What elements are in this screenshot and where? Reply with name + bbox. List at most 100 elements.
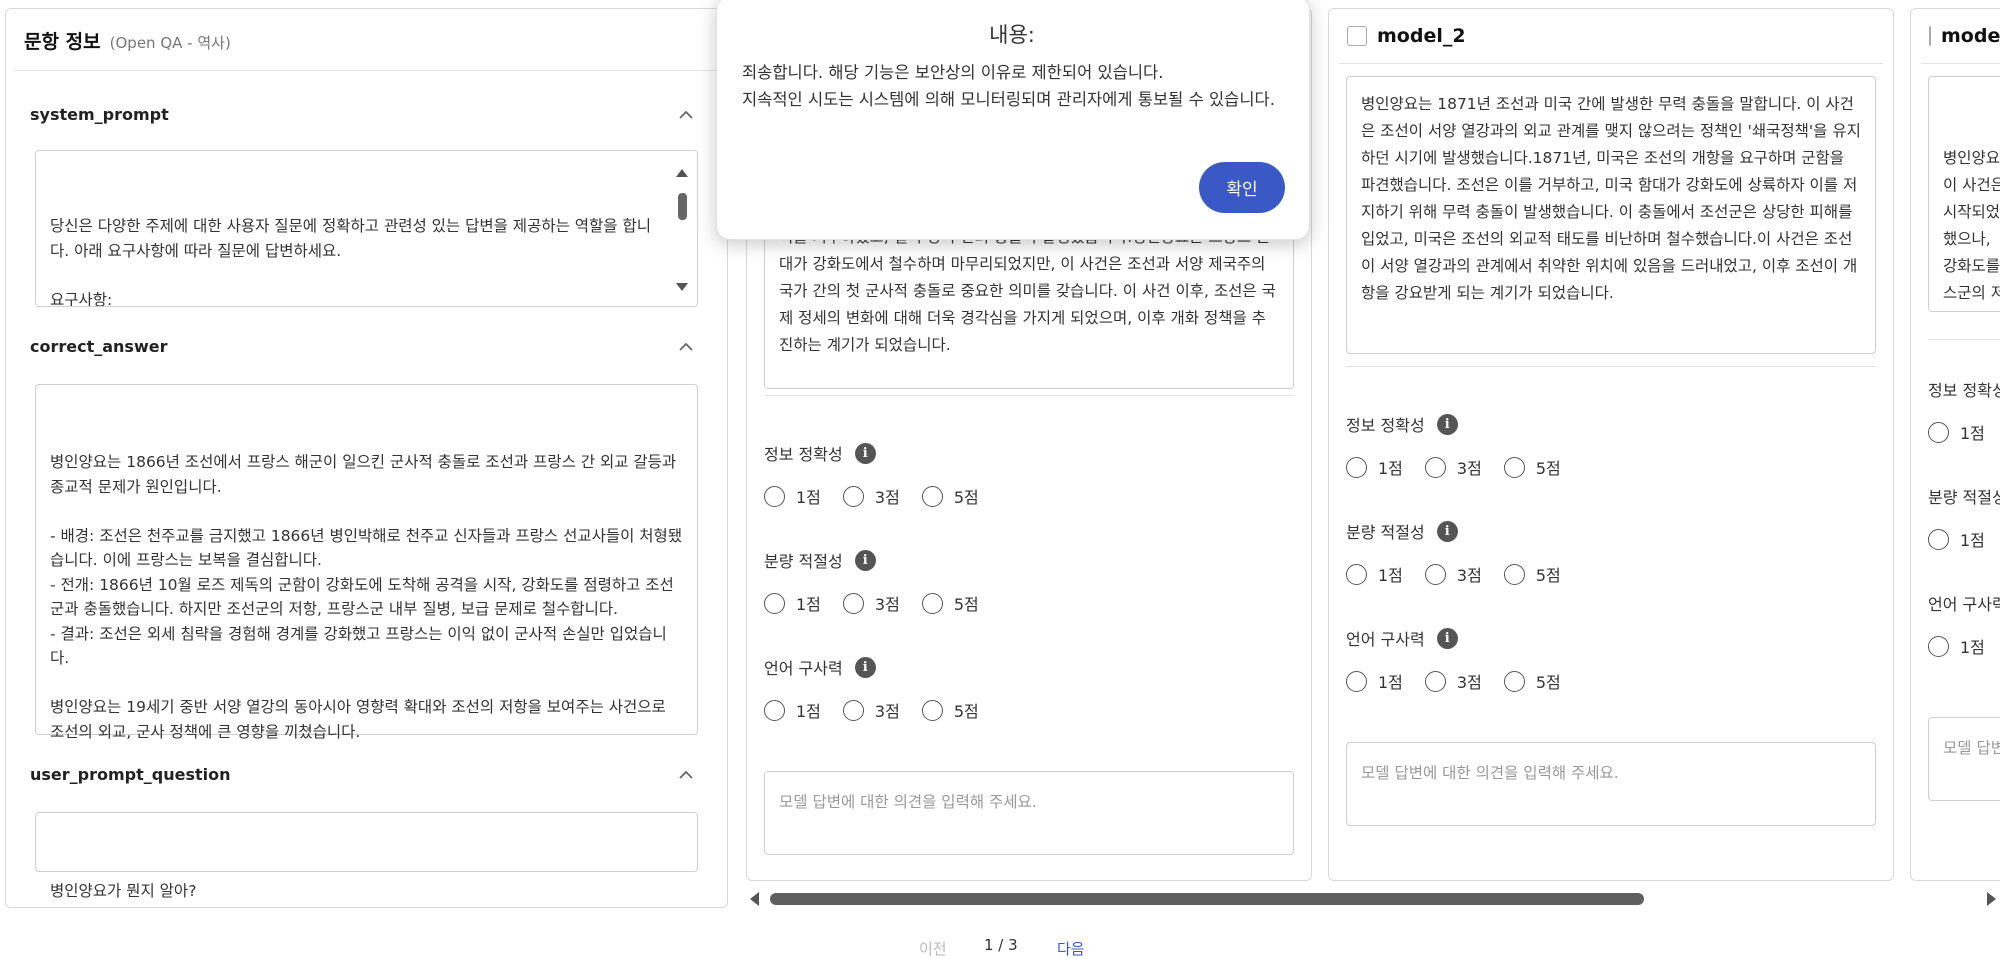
score-radio-5[interactable]: 5점 [921,484,979,508]
score-radio-1[interactable]: 1점 [764,484,821,508]
criterion-label: 언어 구사력 [1928,595,2000,614]
scroll-right-icon[interactable] [1987,892,1996,906]
system-prompt-scrollbar[interactable] [675,169,689,291]
scroll-thumb[interactable] [770,893,1644,905]
info-icon[interactable]: i [854,442,876,464]
criterion-length: 분량 적절성 1점 [1928,484,2000,551]
score-radio-1[interactable]: 1점 [764,698,821,722]
score-radio-3[interactable]: 3점 [842,698,900,722]
item-info-subtitle: (Open QA - 역사) [109,34,231,52]
score-radio-3[interactable]: 3점 [842,591,900,615]
user-prompt-section: user_prompt_question [30,756,698,792]
divider [1346,366,1876,367]
model-select-checkbox[interactable] [1929,26,1931,46]
model-answer-text: 이를 거부하였고, 결국 양국 간의 충돌이 발생했습니다.병인양요는 프랑스 … [779,228,1276,354]
score-radio-5[interactable]: 5점 [1503,455,1561,479]
score-radio-5[interactable]: 5점 [1503,669,1561,693]
page-indicator: 1 / 3 [984,936,1018,954]
system-prompt-header[interactable]: system_prompt [30,96,698,132]
model-answer-box: 병인양요는 1871년 조선과 미국 간에 발생한 무력 충돌을 말합니다. 이… [1346,76,1876,354]
alert-modal: 내용: 죄송합니다. 해당 기능은 보안상의 이유로 제한되어 있습니다. 지속… [716,0,1310,240]
horizontal-scrollbar[interactable] [748,889,2000,909]
correct-answer-section: correct_answer [30,328,698,364]
info-icon[interactable]: i [854,656,876,678]
system-prompt-section: system_prompt [30,96,698,132]
comment-input[interactable]: 모델 답변 [1928,717,2000,801]
criterion-accuracy: 정보 정확성 i 1점 3점 5점 [764,441,1001,508]
score-radio-3[interactable]: 3점 [1424,455,1482,479]
modal-message: 죄송합니다. 해당 기능은 보안상의 이유로 제한되어 있습니다. 지속적인 시… [742,63,1275,109]
criterion-label: 분량 적절성 [764,552,843,571]
user-prompt-header[interactable]: user_prompt_question [30,756,698,792]
model-answer-box: 이를 거부하였고, 결국 양국 간의 충돌이 발생했습니다.병인양요는 프랑스 … [764,215,1294,389]
criterion-label: 언어 구사력 [1346,630,1425,649]
criterion-label: 분량 적절성 [1928,488,2000,507]
comment-input[interactable]: 모델 답변에 대한 의견을 입력해 주세요. [764,771,1294,855]
score-radio-1[interactable]: 1점 [1346,669,1403,693]
prev-page-button[interactable]: 이전 [919,938,947,958]
score-radio-1[interactable]: 1점 [764,591,821,615]
chevron-up-icon[interactable] [674,334,698,358]
model-select-checkbox[interactable] [1347,26,1367,46]
score-radio-1[interactable]: 1점 [1928,634,1985,658]
correct-answer-box: 병인양요는 1866년 조선에서 프랑스 해군이 일으킨 군사적 충돌로 조선과… [35,384,698,741]
user-prompt-label: user_prompt_question [30,764,231,784]
score-radio-5[interactable]: 5점 [1503,562,1561,586]
criterion-label: 분량 적절성 [1346,523,1425,542]
criterion-label: 언어 구사력 [764,659,843,678]
criterion-language: 언어 구사력 1점 [1928,591,2000,658]
score-radio-3[interactable]: 3점 [1424,562,1482,586]
scroll-left-icon[interactable] [750,892,759,906]
scroll-down-icon[interactable] [676,283,688,291]
score-radio-5[interactable]: 5점 [921,591,979,615]
score-radio-5[interactable]: 5점 [921,698,979,722]
chevron-up-icon[interactable] [674,102,698,126]
model-name: mode [1941,25,2000,47]
user-prompt-box: 병인양요가 뭔지 알아? [35,812,698,900]
model-header: mode [1921,9,2000,64]
scroll-thumb[interactable] [678,193,687,220]
system-prompt-label: system_prompt [30,104,169,124]
model-header: model_2 [1339,9,1883,64]
criterion-language: 언어 구사력 i 1점 3점 5점 [764,655,1001,722]
system-prompt-text: 당신은 다양한 주제에 대한 사용자 질문에 정확하고 관련성 있는 답변을 제… [50,217,652,307]
system-prompt-box[interactable]: 당신은 다양한 주제에 대한 사용자 질문에 정확하고 관련성 있는 답변을 제… [35,150,698,307]
score-radio-1[interactable]: 1점 [1928,527,1985,551]
scroll-up-icon[interactable] [676,169,688,177]
divider [1928,339,2000,340]
model-column-3: mode 병인양요 이 사건은 시작되었 했으나, 강화도를 스군의 저 건은 … [1910,8,2000,881]
next-page-button[interactable]: 다음 [1057,938,1085,958]
chevron-up-icon[interactable] [674,762,698,786]
criterion-label: 정보 정확성 [1346,416,1425,435]
score-radio-1[interactable]: 1점 [1346,455,1403,479]
score-radio-3[interactable]: 3점 [842,484,900,508]
criterion-label: 정보 정확성 [1928,381,2000,400]
model-answer-box: 병인양요 이 사건은 시작되었 했으나, 강화도를 스군의 저 건은 조선 고립… [1928,76,2000,312]
correct-answer-header[interactable]: correct_answer [30,328,698,364]
score-radio-3[interactable]: 3점 [1424,669,1482,693]
criterion-length: 분량 적절성 i 1점 3점 5점 [764,548,1001,615]
info-icon[interactable]: i [854,549,876,571]
confirm-button[interactable]: 확인 [1199,162,1285,213]
user-prompt-text: 병인양요가 뭔지 알아? [50,882,197,900]
divider [764,395,1294,396]
criterion-label: 정보 정확성 [764,445,843,464]
modal-title: 내용: [989,23,1035,47]
comment-placeholder: 모델 답변에 대한 의견을 입력해 주세요. [779,793,1037,811]
score-radio-1[interactable]: 1점 [1928,420,1985,444]
model-column-2: model_2 병인양요는 1871년 조선과 미국 간에 발생한 무력 충돌을… [1328,8,1894,881]
criterion-accuracy: 정보 정확성 1점 [1928,377,2000,444]
comment-input[interactable]: 모델 답변에 대한 의견을 입력해 주세요. [1346,742,1876,826]
info-icon[interactable]: i [1436,520,1458,542]
score-radio-1[interactable]: 1점 [1346,562,1403,586]
model-answer-text: 병인양요는 1871년 조선과 미국 간에 발생한 무력 충돌을 말합니다. 이… [1361,95,1861,302]
model-answer-text: 병인양요 이 사건은 시작되었 했으나, 강화도를 스군의 저 건은 조선 고립… [1943,149,2000,302]
item-info-header: 문항 정보 (Open QA - 역사) [14,9,719,71]
info-icon[interactable]: i [1436,413,1458,435]
comment-placeholder: 모델 답변에 대한 의견을 입력해 주세요. [1361,764,1619,782]
info-icon[interactable]: i [1436,627,1458,649]
criterion-accuracy: 정보 정확성 i 1점 3점 5점 [1346,412,1583,479]
criterion-length: 분량 적절성 i 1점 3점 5점 [1346,519,1583,586]
model-name: model_2 [1377,25,1466,47]
correct-answer-text: 병인양요는 1866년 조선에서 프랑스 해군이 일으킨 군사적 충돌로 조선과… [50,453,683,741]
